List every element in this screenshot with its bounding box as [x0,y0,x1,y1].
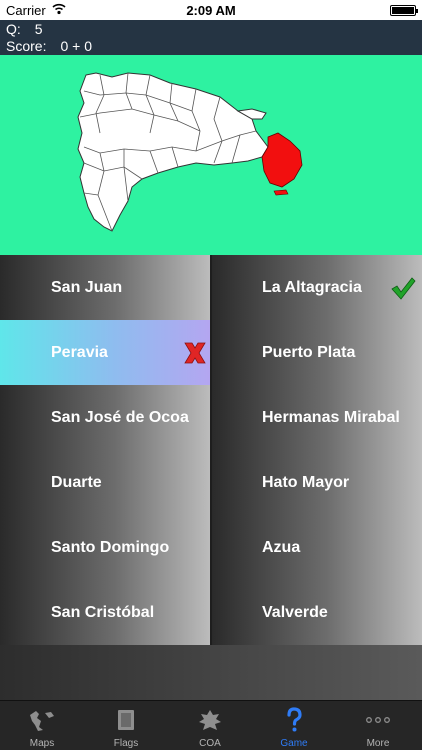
answer-option[interactable]: Azua [212,515,422,580]
answer-option[interactable]: San Juan [0,255,210,320]
correct-check-icon [391,277,416,300]
answer-option-correct[interactable]: La Altagracia [212,255,422,320]
tab-label: Flags [113,738,139,749]
tab-label: COA [199,738,221,749]
wrong-x-icon [184,342,206,364]
empty-strip [0,645,422,700]
answer-column-left: San Juan Peravia San José de Ocoa Duarte… [0,255,210,645]
answer-option[interactable]: Puerto Plata [212,320,422,385]
tab-label: Game [280,738,308,749]
dominican-republic-map [77,72,303,232]
question-icon [287,707,302,732]
tab-label: Maps [29,738,55,749]
answer-label: Azua [262,539,301,556]
answer-option-wrong[interactable]: Peravia [0,320,210,385]
answer-grid: San Juan Peravia San José de Ocoa Duarte… [0,255,422,700]
tab-maps[interactable]: Maps [0,701,84,750]
score-value: 0 + 0 [60,38,92,54]
answer-option[interactable]: Hato Mayor [212,450,422,515]
answer-label: Peravia [51,344,108,361]
tab-coa[interactable]: COA [168,701,252,750]
answer-label: La Altagracia [262,279,362,296]
status-bar: Carrier 2:09 AM [0,0,422,20]
coat-of-arms-icon [199,710,221,730]
answer-label: Hermanas Mirabal [262,409,400,426]
answer-label: Valverde [262,604,328,621]
score-label: Score: [6,38,47,54]
score-counter: Score: 0 + 0 [6,38,92,55]
clock: 2:09 AM [186,3,236,18]
answer-option[interactable]: San José de Ocoa [0,385,210,450]
answer-label: Santo Domingo [51,539,170,556]
answer-label: Hato Mayor [262,474,350,491]
highlighted-province [261,132,303,188]
answer-label: San Juan [51,279,123,296]
answer-option[interactable]: Valverde [212,580,422,645]
flag-icon [118,710,134,730]
question-label: Q: [6,21,21,37]
question-counter: Q: 5 [6,21,43,38]
answer-label: San Cristóbal [51,604,155,621]
answer-label: Duarte [51,474,102,491]
answer-label: San José de Ocoa [51,409,189,426]
score-header: Q: 5 Score: 0 + 0 [0,20,422,55]
map-area [0,55,422,255]
answer-column-right: La Altagracia Puerto Plata Hermanas Mira… [212,255,422,645]
tab-flags[interactable]: Flags [84,701,168,750]
saona-island [273,189,289,196]
answer-option[interactable]: San Cristóbal [0,580,210,645]
question-number: 5 [34,21,43,37]
answer-option[interactable]: Hermanas Mirabal [212,385,422,450]
answer-option[interactable]: Santo Domingo [0,515,210,580]
map-icon [30,711,54,731]
tab-bar: Maps Flags COA Game More [0,700,422,750]
tab-more[interactable]: More [336,701,420,750]
tab-label: More [366,738,390,749]
tab-game[interactable]: Game [252,701,336,750]
more-icon [366,717,390,723]
battery-icon [390,5,418,16]
answer-label: Puerto Plata [262,344,356,361]
answer-option[interactable]: Duarte [0,450,210,515]
